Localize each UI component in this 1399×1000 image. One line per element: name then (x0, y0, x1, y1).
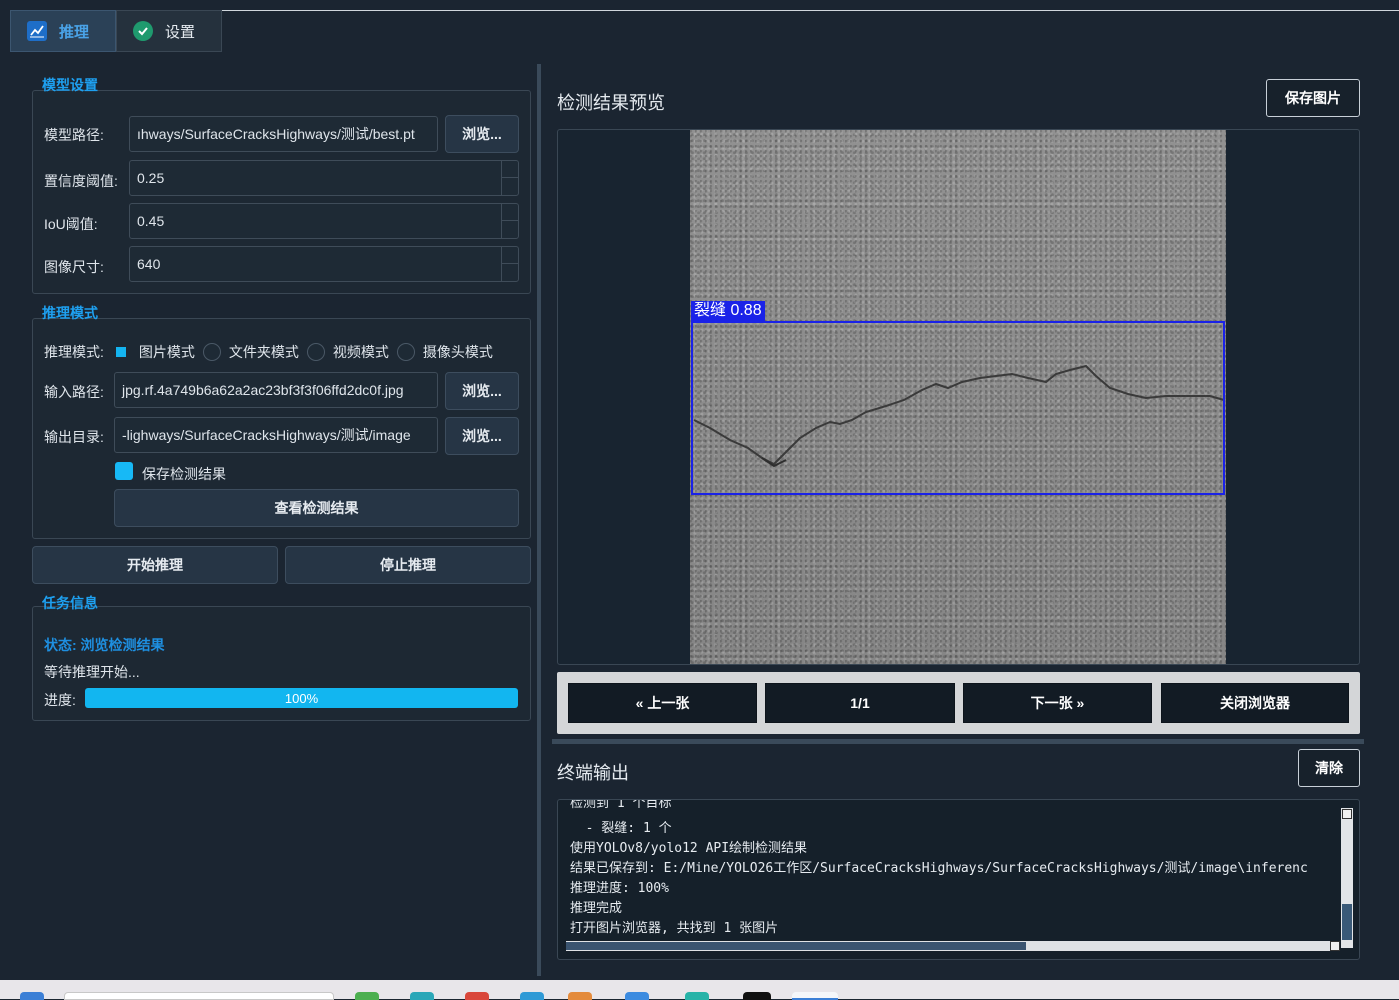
imgsz-stepper[interactable] (501, 247, 518, 281)
preview-area: 裂缝 0.88 (557, 129, 1360, 665)
vertical-splitter[interactable] (537, 64, 541, 976)
input-path-label: 输入路径: (44, 384, 104, 400)
page-indicator: 1/1 (765, 683, 955, 723)
input-path-field[interactable]: jpg.rf.4a749b6a62a2ac23bf3f3f06ffd2dc0f.… (114, 372, 438, 408)
stop-inference-button[interactable]: 停止推理 (285, 546, 531, 584)
conf-label: 置信度阈值: (44, 173, 118, 189)
terminal-line: 使用YOLOv8/yolo12 API绘制检测结果 (570, 841, 808, 856)
model-path-label: 模型路径: (44, 127, 104, 143)
progress-bar: 100% (85, 688, 518, 708)
radio-checked-indicator (115, 347, 126, 357)
terminal-horizontal-scrollbar[interactable] (566, 941, 1336, 951)
app-window: 推理 设置 模型设置 模型路径: ıhways/SurfaceCracksHig… (0, 0, 1399, 1000)
browse-input-button[interactable]: 浏览... (445, 372, 519, 410)
start-inference-button[interactable]: 开始推理 (32, 546, 278, 584)
save-results-label: 保存检测结果 (142, 466, 226, 482)
clear-terminal-button[interactable]: 清除 (1298, 749, 1360, 787)
scroll-right-button[interactable] (1330, 941, 1340, 951)
browse-model-button[interactable]: 浏览... (445, 115, 519, 153)
radio-image-mode-label: 图片模式 (138, 344, 195, 360)
preview-title: 检测结果预览 (557, 93, 665, 113)
next-image-button[interactable]: 下一张 » (963, 683, 1152, 723)
radio-folder-mode-label: 文件夹模式 (228, 344, 299, 360)
iou-label: IoU阈值: (44, 216, 98, 232)
radio-unchecked-indicator (396, 343, 415, 361)
radio-video-mode-label: 视频模式 (332, 344, 389, 360)
tab-settings[interactable]: 设置 (116, 10, 222, 52)
message-text: 等待推理开始... (44, 664, 140, 680)
iou-spinbox[interactable]: 0.45 (129, 203, 519, 239)
vertical-scroll-thumb[interactable] (1342, 904, 1352, 940)
terminal-line: - 裂缝: 1 个 (570, 821, 672, 836)
model-settings-title: 模型设置 (42, 77, 98, 93)
tab-inference-label: 推理 (59, 23, 90, 41)
terminal-title: 终端输出 (557, 763, 629, 783)
close-browser-button[interactable]: 关闭浏览器 (1161, 683, 1349, 723)
prev-image-button[interactable]: « 上一张 (568, 683, 757, 723)
model-path-field[interactable]: ıhways/SurfaceCracksHighways/测试/best.pt (129, 116, 438, 152)
radio-unchecked-indicator (306, 343, 325, 361)
radio-camera-mode[interactable]: 摄像头模式 (396, 342, 493, 362)
detection-box (691, 321, 1225, 495)
conf-stepper[interactable] (501, 161, 518, 195)
terminal-line: 打开图片浏览器, 共找到 1 张图片 (570, 921, 779, 936)
terminal-line: 检测到 1 个目标 (570, 799, 672, 811)
horizontal-scroll-thumb[interactable] (566, 942, 1026, 950)
browse-output-button[interactable]: 浏览... (445, 417, 519, 455)
mode-radio-group: 推理模式: 图片模式 文件夹模式 视频模式 摄像头模式 (44, 342, 501, 362)
imgsz-value: 640 (137, 256, 161, 272)
save-image-button[interactable]: 保存图片 (1266, 79, 1360, 117)
conf-value: 0.25 (137, 170, 165, 186)
imgsz-spinbox[interactable]: 640 (129, 246, 519, 282)
save-results-checkbox[interactable] (115, 462, 133, 480)
imgsz-label: 图像尺寸: (44, 259, 104, 275)
view-results-button[interactable]: 查看检测结果 (114, 489, 519, 527)
mode-label: 推理模式: (44, 344, 104, 360)
radio-folder-mode[interactable]: 文件夹模式 (202, 342, 299, 362)
progress-label: 进度: (44, 692, 76, 708)
output-dir-field[interactable]: -lighways/SurfaceCracksHighways/测试/image (114, 417, 438, 453)
terminal-line: 推理完成 (570, 901, 623, 916)
terminal-line: 推理进度: 100% (570, 881, 669, 896)
image-navigation-bar: « 上一张 1/1 下一张 » 关闭浏览器 (557, 672, 1360, 734)
progress-value: 100% (284, 690, 319, 706)
horizontal-splitter[interactable] (552, 739, 1364, 744)
tab-inference[interactable]: 推理 (10, 10, 116, 52)
os-taskbar (0, 980, 1399, 1000)
inference-mode-title: 推理模式 (42, 305, 98, 321)
terminal-line: 结果已保存到: E:/Mine/YOLO26工作区/SurfaceCracksH… (570, 861, 1308, 876)
tab-bar-line (220, 10, 1399, 11)
check-circle-icon (133, 21, 153, 41)
iou-value: 0.45 (137, 213, 165, 229)
tab-settings-label: 设置 (165, 23, 196, 41)
detection-label: 裂缝 0.88 (691, 301, 765, 321)
radio-video-mode[interactable]: 视频模式 (306, 342, 389, 362)
terminal-vertical-scrollbar[interactable] (1341, 808, 1353, 948)
scroll-up-button[interactable] (1342, 809, 1352, 819)
output-dir-label: 输出目录: (44, 429, 104, 445)
radio-image-mode[interactable]: 图片模式 (112, 342, 195, 362)
preview-image: 裂缝 0.88 (690, 130, 1226, 664)
tab-bar: 推理 设置 (10, 10, 222, 52)
conf-spinbox[interactable]: 0.25 (129, 160, 519, 196)
radio-camera-mode-label: 摄像头模式 (422, 344, 493, 360)
task-info-title: 任务信息 (42, 595, 98, 611)
status-text: 状态: 浏览检测结果 (44, 637, 165, 653)
iou-stepper[interactable] (501, 204, 518, 238)
radio-unchecked-indicator (202, 343, 221, 361)
terminal-output[interactable]: 检测到 1 个目标 - 裂缝: 1 个 使用YOLOv8/yolo12 API绘… (557, 799, 1360, 960)
chart-line-icon (27, 21, 47, 41)
